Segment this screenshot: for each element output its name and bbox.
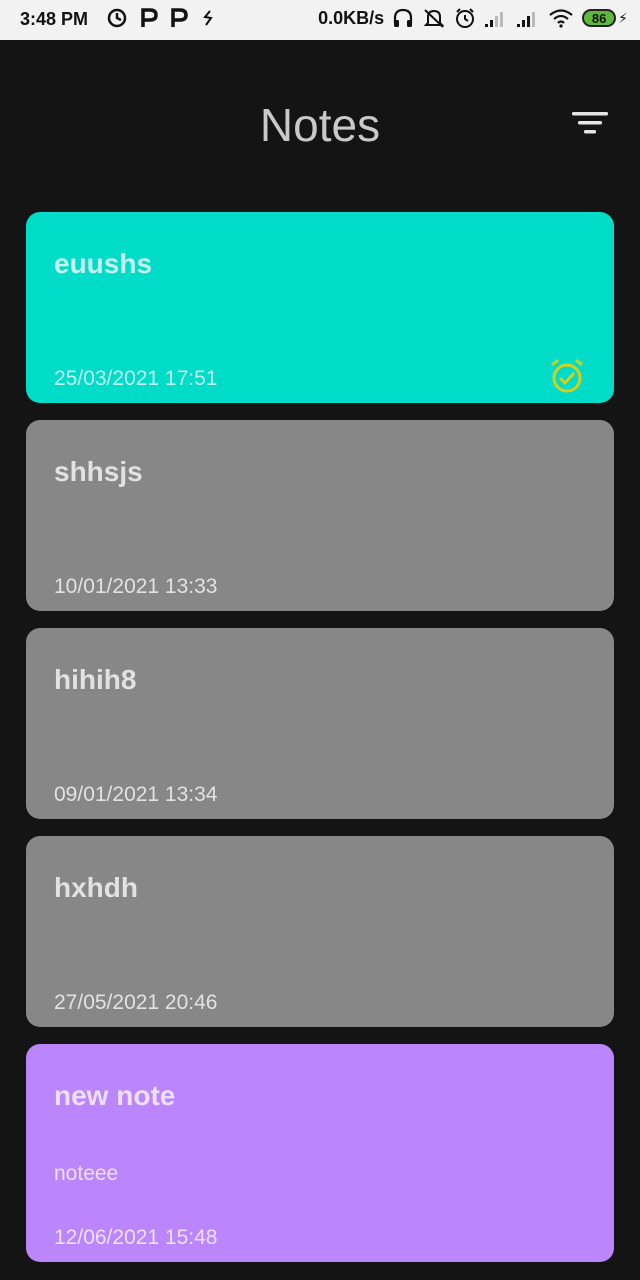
note-title: hxhdh [54,872,138,903]
net-speed: 0.0KB/s [318,7,385,28]
p-app-icon [141,8,158,27]
alarm-off-icon [423,9,445,28]
phone-arrow-icon [203,10,213,26]
status-bar: 3:48 PM 0.0KB/s 86 ⚡ [0,0,640,40]
sync-icon [107,8,127,28]
page-title: Notes [259,99,381,151]
note-date: 10/01/2021 13:33 [54,575,218,598]
charging-icon: ⚡ [618,9,628,26]
filter-icon[interactable] [570,106,610,138]
status-right-icons: 0.0KB/s 86 ⚡ [318,7,628,29]
note-title: shhsjs [54,456,143,487]
note-title: euushs [54,248,153,279]
alarm-icon [456,8,475,28]
battery-level: 86 [582,9,617,27]
signal-icon [517,12,536,27]
note-date: 27/05/2021 20:46 [54,991,218,1014]
signal-icon [485,12,504,27]
alarm-check-icon [551,358,583,393]
status-left-icons [106,7,216,29]
note-card[interactable]: hxhdh 27/05/2021 20:46 [26,836,614,1027]
note-card[interactable]: hihih8 09/01/2021 13:34 [26,628,614,819]
note-card[interactable]: shhsjs 10/01/2021 13:33 [26,420,614,611]
battery-icon: 86 ⚡ [582,9,628,27]
app-header: Notes [0,40,640,210]
note-title: new note [54,1080,176,1111]
notes-list: euushs 25/03/2021 17:51 shhsjs 10/01/2021 1… [26,212,614,1279]
note-date: 25/03/2021 17:51 [54,367,218,390]
note-title: hihih8 [54,664,137,695]
wifi-icon [549,9,573,28]
status-time: 3:48 PM [20,9,89,29]
note-card[interactable]: euushs 25/03/2021 17:51 [26,212,614,403]
note-date: 09/01/2021 13:34 [54,783,218,806]
note-body: noteee [54,1162,119,1185]
note-card[interactable]: new note noteee 12/06/2021 15:48 [26,1044,614,1262]
p-app-icon [171,8,188,27]
note-date: 12/06/2021 15:48 [54,1226,218,1249]
headphones-icon [394,8,413,27]
